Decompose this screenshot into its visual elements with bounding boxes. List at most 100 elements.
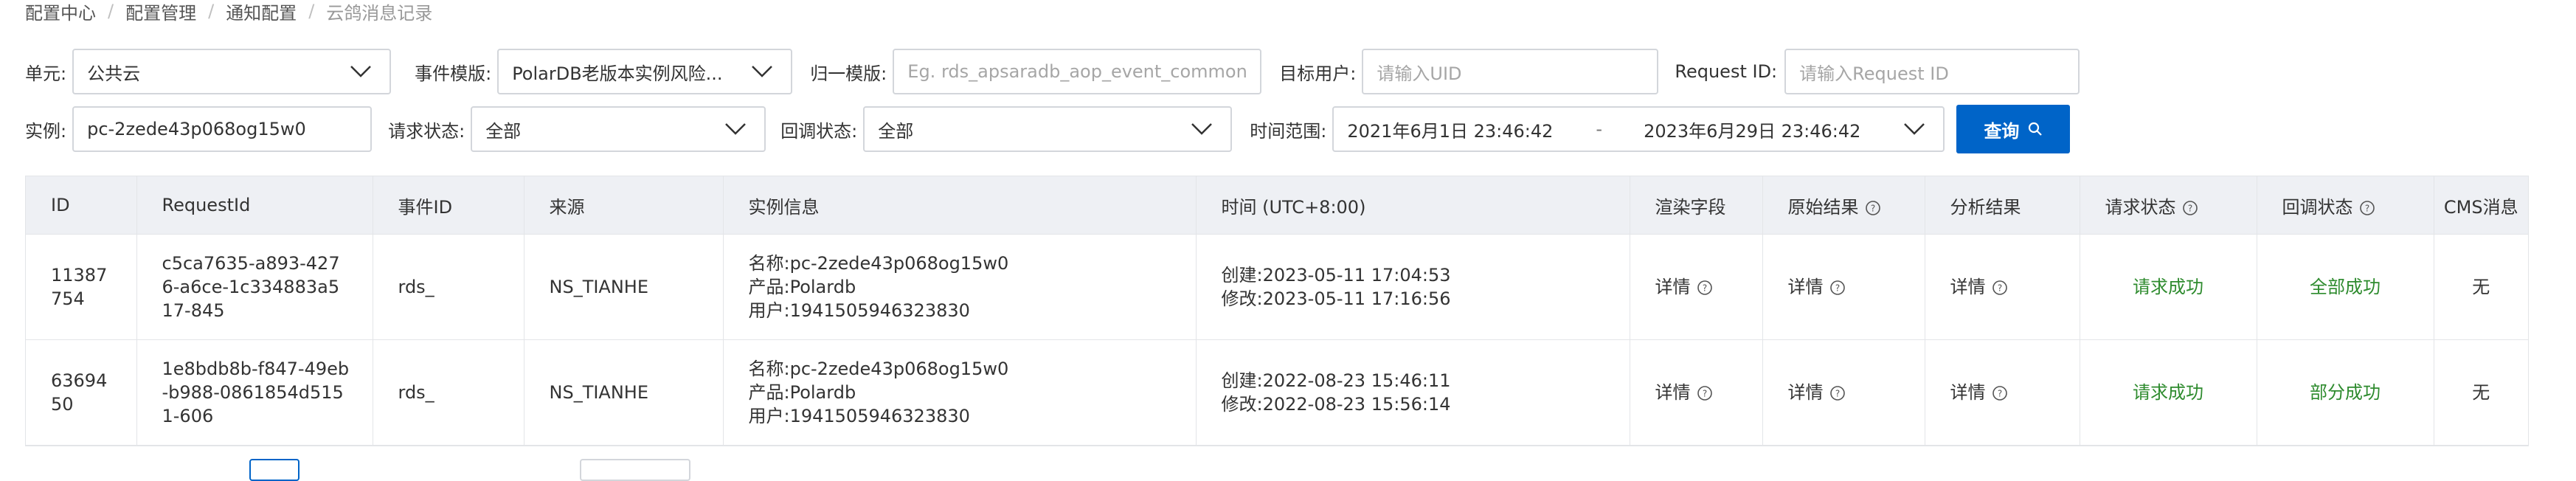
pagination-page-size-select[interactable] (580, 459, 690, 481)
pagination-current-page[interactable] (249, 459, 300, 481)
col-header-instance-info: 实例信息 (723, 176, 1197, 235)
breadcrumb-separator: / (308, 1, 315, 21)
col-header-id: ID (26, 176, 137, 235)
col-header-request-status: 请求状态? (2080, 176, 2257, 235)
svg-text:?: ? (2187, 203, 2192, 213)
svg-text:?: ? (1835, 283, 1839, 294)
time-range-end[interactable]: 2023年6月29日 23:46:42 (1644, 117, 1860, 142)
instance-product: 产品:Polardb (748, 277, 856, 297)
breadcrumb-item[interactable]: 配置中心 (25, 0, 96, 24)
col-header-callback-status-label: 回调状态 (2282, 196, 2353, 218)
instance-name: 名称:pc-2zede43p068og15w0 (748, 253, 1009, 274)
records-table: ID RequestId 事件ID 来源 实例信息 时间 (UTC+8:00) … (25, 176, 2529, 446)
analysis-detail-link[interactable]: 详情 (1950, 277, 1986, 297)
request-status-select[interactable]: 全部 (471, 106, 766, 152)
normalize-template-input[interactable]: Eg. rds_apsaradb_aop_event_common (893, 49, 1262, 94)
help-circle-icon[interactable]: ? (1829, 280, 1846, 296)
help-circle-icon[interactable]: ? (1992, 280, 2008, 296)
col-header-analysis-result-label: 分析结果 (1950, 196, 2021, 218)
cell-source: NS_TIANHE (524, 234, 724, 340)
col-header-source: 来源 (524, 176, 724, 235)
col-header-render-fields-label: 渲染字段 (1655, 196, 1726, 218)
svg-text:?: ? (1702, 283, 1706, 294)
request-status-value: 全部 (485, 120, 522, 142)
chevron-down-icon (752, 66, 773, 77)
cell-raw-result: 详情? (1762, 234, 1925, 340)
time-range-picker[interactable]: 2021年6月1日 23:46:42 - 2023年6月29日 23:46:42 (1332, 106, 1945, 152)
unit-value: 公共云 (87, 63, 141, 84)
time-range-separator: - (1596, 119, 1603, 139)
request-id-placeholder: 请输入Request ID (1799, 63, 1949, 84)
render-detail-link[interactable]: 详情 (1655, 382, 1691, 403)
table-header-row: ID RequestId 事件ID 来源 实例信息 时间 (UTC+8:00) … (26, 176, 2528, 235)
query-button[interactable]: 查询 (1956, 105, 2071, 153)
cell-raw-result: 详情? (1762, 339, 1925, 446)
instance-user: 用户:1941505946323830 (748, 300, 970, 321)
col-header-raw-result: 原始结果? (1762, 176, 1925, 235)
col-header-render-fields: 渲染字段 (1630, 176, 1763, 235)
help-circle-icon[interactable]: ? (1697, 385, 1713, 401)
help-circle-icon[interactable]: ? (1865, 200, 1881, 216)
col-header-request-status-label: 请求状态 (2105, 196, 2176, 218)
unit-select[interactable]: 公共云 (72, 49, 392, 94)
col-header-raw-result-label: 原始结果 (1787, 196, 1859, 218)
search-icon (2029, 122, 2043, 136)
cell-cms: 无 (2434, 339, 2528, 446)
cell-time: 创建:2022-08-23 15:46:11 修改:2022-08-23 15:… (1196, 339, 1630, 446)
filter-row-2: 实例: pc-2zede43p068og15w0 请求状态: 全部 回调状态: … (25, 105, 2071, 153)
svg-text:?: ? (1870, 203, 1874, 213)
help-circle-icon[interactable]: ? (2182, 200, 2198, 216)
event-template-value: PolarDB老版本实例风险... (512, 63, 723, 84)
col-header-request-id: RequestId (136, 176, 373, 235)
breadcrumb-item[interactable]: 配置管理 (125, 0, 196, 24)
help-circle-icon[interactable]: ? (1829, 385, 1846, 401)
col-header-callback-status: 回调状态? (2257, 176, 2434, 235)
help-circle-icon[interactable]: ? (1697, 280, 1713, 296)
cell-request-id: 1e8bdb8b-f847-49eb-b988-0861854d5151-606 (136, 339, 373, 446)
help-circle-icon[interactable]: ? (1992, 385, 2008, 401)
time-range-label: 时间范围: (1250, 120, 1327, 142)
unit-label: 单元: (25, 63, 67, 84)
col-header-analysis-result: 分析结果 (1925, 176, 2080, 235)
raw-detail-link[interactable]: 详情 (1788, 277, 1824, 297)
svg-text:?: ? (1997, 283, 2001, 294)
svg-text:?: ? (1997, 389, 2001, 399)
col-header-time: 时间 (UTC+8:00) (1196, 176, 1630, 235)
cell-callback-status: 全部成功 (2257, 234, 2434, 340)
svg-text:?: ? (1835, 389, 1839, 399)
instance-user: 用户:1941505946323830 (748, 406, 970, 426)
analysis-detail-link[interactable]: 详情 (1950, 382, 1986, 403)
breadcrumb: 配置中心 / 配置管理 / 通知配置 / 云鸽消息记录 (25, 0, 433, 24)
cell-render-fields: 详情? (1630, 234, 1763, 340)
normalize-template-label: 归一模版: (810, 63, 887, 84)
raw-detail-link[interactable]: 详情 (1788, 382, 1824, 403)
cell-event-id: rds_ (373, 339, 524, 446)
cell-analysis-result: 详情? (1925, 234, 2080, 340)
callback-status-value: 全部 (878, 120, 914, 142)
time-range-start[interactable]: 2021年6月1日 23:46:42 (1347, 117, 1553, 142)
target-user-input[interactable]: 请输入UID (1362, 49, 1659, 94)
request-status-label: 请求状态: (388, 120, 465, 142)
created-time: 创建:2022-08-23 15:46:11 (1221, 370, 1451, 391)
breadcrumb-current: 云鸽消息记录 (326, 2, 433, 24)
cell-source: NS_TIANHE (524, 339, 724, 446)
instance-name: 名称:pc-2zede43p068og15w0 (748, 359, 1009, 379)
callback-status-select[interactable]: 全部 (863, 106, 1233, 152)
chevron-down-icon (725, 123, 747, 135)
col-header-cms: CMS消息 (2434, 176, 2528, 235)
render-detail-link[interactable]: 详情 (1655, 277, 1691, 297)
pagination (25, 459, 690, 481)
modified-time: 修改:2023-05-11 17:16:56 (1221, 288, 1451, 309)
cell-request-status: 请求成功 (2080, 339, 2257, 446)
request-id-input[interactable]: 请输入Request ID (1784, 49, 2080, 94)
instance-input[interactable]: pc-2zede43p068og15w0 (72, 106, 373, 152)
event-template-label: 事件模版: (415, 63, 492, 84)
cell-cms: 无 (2434, 234, 2528, 340)
cell-event-id: rds_ (373, 234, 524, 340)
filter-row-1: 单元: 公共云 事件模版: PolarDB老版本实例风险... 归一模版: Eg… (25, 47, 2080, 96)
help-circle-icon[interactable]: ? (2359, 200, 2375, 216)
event-template-select[interactable]: PolarDB老版本实例风险... (497, 49, 793, 94)
breadcrumb-item[interactable]: 通知配置 (226, 0, 297, 24)
table-row: 11387754 c5ca7635-a893-4276-a6ce-1c33488… (26, 234, 2528, 340)
cell-request-id: c5ca7635-a893-4276-a6ce-1c334883a517-845 (136, 234, 373, 340)
